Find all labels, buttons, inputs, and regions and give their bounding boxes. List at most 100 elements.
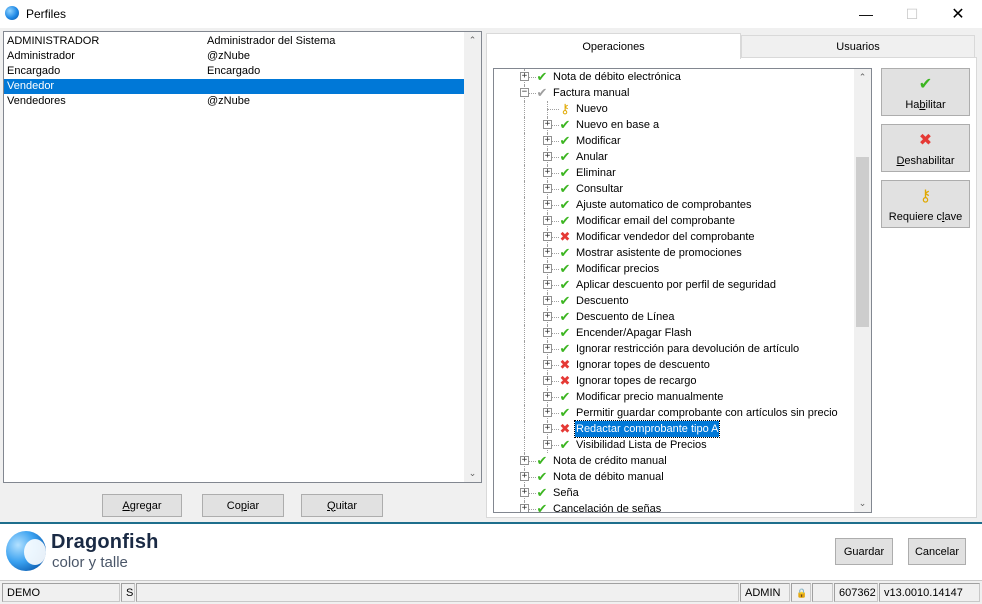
collapse-icon[interactable]: − — [520, 88, 529, 97]
tree-node[interactable]: − ✔ Factura manual — [494, 85, 856, 101]
profile-row[interactable]: Vendedores @zNube — [4, 94, 466, 109]
tree-guide-line — [524, 213, 525, 229]
tree-node[interactable]: + ✔ Permitir guardar comprobante con artíc… — [494, 405, 856, 421]
cancel-button[interactable]: Cancelar — [908, 538, 966, 565]
scroll-down-icon[interactable]: ⌄ — [464, 465, 481, 482]
require-key-button[interactable]: ⚷ Requiere clave — [881, 180, 970, 228]
tree-scrollbar[interactable]: ⌃ ⌄ — [854, 69, 871, 512]
cross-icon: ✖ — [559, 373, 571, 388]
tree-node[interactable]: + ✔ Seña — [494, 485, 856, 501]
expand-icon[interactable]: + — [543, 360, 552, 369]
expand-icon[interactable]: + — [543, 344, 552, 353]
tree-node[interactable]: + ✖ Redactar comprobante tipo A — [494, 420, 856, 438]
tree-node[interactable]: + ✔ Nota de débito manual — [494, 469, 856, 485]
tree-node[interactable]: + ✔ Nota de débito electrónica — [494, 69, 856, 85]
scroll-down-icon[interactable]: ⌄ — [854, 495, 871, 512]
cross-icon: ✖ — [918, 132, 933, 149]
tree-guide-line — [524, 229, 525, 245]
tree-node[interactable]: + ✔ Modificar — [494, 133, 856, 149]
profile-row[interactable]: ADMINISTRADOR Administrador del Sistema — [4, 34, 466, 49]
profile-name: ADMINISTRADOR — [7, 35, 100, 47]
tree-node[interactable]: + ✔ Ajuste automatico de comprobantes — [494, 197, 856, 213]
profile-row[interactable]: Vendedor — [4, 79, 466, 94]
tree-node[interactable]: + ✔ Nota de crédito manual — [494, 453, 856, 469]
expand-icon[interactable]: + — [543, 248, 552, 257]
tree-rows: + ✔ Nota de débito electrónica − ✔ Factura ma… — [494, 69, 856, 513]
expand-icon[interactable]: + — [543, 120, 552, 129]
tree-node[interactable]: + ✔ Cancelación de señas — [494, 501, 856, 513]
maximize-button[interactable]: ☐ — [889, 0, 935, 28]
tab-usuarios[interactable]: Usuarios — [741, 35, 975, 59]
expand-icon[interactable]: + — [520, 72, 529, 81]
expand-icon[interactable]: + — [520, 456, 529, 465]
tab-operaciones[interactable]: Operaciones — [486, 33, 741, 59]
expand-icon[interactable]: + — [543, 184, 552, 193]
status-number: 607362 — [834, 583, 878, 602]
tree-node[interactable]: + ✔ Aplicar descuento por perfil de seguri… — [494, 277, 856, 293]
remove-button[interactable]: Quitar — [301, 494, 383, 517]
tree-node[interactable]: + ✔ Encender/Apagar Flash — [494, 325, 856, 341]
profiles-scrollbar[interactable]: ⌃ ⌄ — [464, 32, 481, 482]
tree-node[interactable]: + ✔ Modificar email del comprobante — [494, 213, 856, 229]
status-mode: S — [121, 583, 135, 602]
tree-node[interactable]: + ✔ Mostrar asistente de promociones — [494, 245, 856, 261]
expand-icon[interactable]: + — [543, 216, 552, 225]
profile-row[interactable]: Administrador @zNube — [4, 49, 466, 64]
scroll-up-icon[interactable]: ⌃ — [464, 32, 481, 49]
expand-icon[interactable]: + — [520, 472, 529, 481]
tree-node[interactable]: + ✔ Eliminar — [494, 165, 856, 181]
tree-node[interactable]: + ✔ Visibilidad Lista de Precios — [494, 437, 856, 453]
tree-node[interactable]: + ✖ Ignorar topes de recargo — [494, 373, 856, 389]
profile-row[interactable]: Encargado Encargado — [4, 64, 466, 79]
expand-icon[interactable]: + — [520, 488, 529, 497]
expand-icon[interactable]: + — [543, 392, 552, 401]
expand-icon[interactable]: + — [543, 376, 552, 385]
key-icon: ⚷ — [560, 101, 570, 116]
tree-node[interactable]: + ✔ Descuento — [494, 293, 856, 309]
tree-node[interactable]: + ✖ Ignorar topes de descuento — [494, 357, 856, 373]
profiles-list[interactable]: ADMINISTRADOR Administrador del Sistema Ad… — [3, 31, 482, 483]
save-button[interactable]: Guardar — [835, 538, 893, 565]
check-icon: ✔ — [559, 133, 571, 148]
tree-node[interactable]: ⚷ Nuevo — [494, 101, 856, 117]
expand-icon[interactable]: + — [543, 136, 552, 145]
enable-button[interactable]: ✔ Habilitar — [881, 68, 970, 116]
check-icon: ✔ — [559, 277, 571, 292]
operations-tree[interactable]: + ✔ Nota de débito electrónica − ✔ Factura ma… — [493, 68, 872, 513]
tree-node[interactable]: + ✔ Modificar precio manualmente — [494, 389, 856, 405]
expand-icon[interactable]: + — [520, 504, 529, 512]
disable-button[interactable]: ✖ Deshabilitar — [881, 124, 970, 172]
expand-icon[interactable]: + — [543, 200, 552, 209]
expand-icon[interactable]: + — [543, 440, 552, 449]
expand-icon[interactable]: + — [543, 232, 552, 241]
tree-node[interactable]: + ✔ Ignorar restricción para devolución de… — [494, 341, 856, 357]
expand-icon[interactable]: + — [543, 424, 552, 433]
expand-icon[interactable]: + — [543, 312, 552, 321]
expand-icon[interactable]: + — [543, 280, 552, 289]
check-icon: ✔ — [536, 501, 548, 513]
tree-node-label: Nuevo — [576, 103, 608, 115]
profile-description: Encargado — [207, 65, 261, 77]
copy-button[interactable]: Co p iar — [202, 494, 284, 517]
tree-node[interactable]: + ✔ Modificar precios — [494, 261, 856, 277]
expand-icon[interactable]: + — [543, 152, 552, 161]
tree-node[interactable]: + ✔ Nuevo en base a — [494, 117, 856, 133]
scroll-thumb[interactable] — [856, 157, 869, 327]
expand-icon[interactable]: + — [543, 328, 552, 337]
minimize-button[interactable]: — — [843, 0, 889, 28]
scroll-up-icon[interactable]: ⌃ — [854, 69, 871, 86]
close-button[interactable]: ✕ — [935, 0, 981, 28]
tree-node[interactable]: + ✖ Modificar vendedor del comprobante — [494, 229, 856, 245]
expand-icon[interactable]: + — [543, 408, 552, 417]
tree-node[interactable]: + ✔ Consultar — [494, 181, 856, 197]
expand-icon[interactable]: + — [543, 296, 552, 305]
tree-node[interactable]: + ✔ Descuento de Línea — [494, 309, 856, 325]
tree-node[interactable]: + ✔ Anular — [494, 149, 856, 165]
check-icon: ✔ — [559, 405, 571, 420]
tree-node-label: Mostrar asistente de promociones — [576, 247, 742, 259]
add-button[interactable]: Agregar — [102, 494, 182, 517]
expand-icon[interactable]: + — [543, 168, 552, 177]
expand-icon[interactable]: + — [543, 264, 552, 273]
require-key-label-pre: Requiere c — [888, 211, 942, 223]
check-icon: ✔ — [559, 165, 571, 180]
